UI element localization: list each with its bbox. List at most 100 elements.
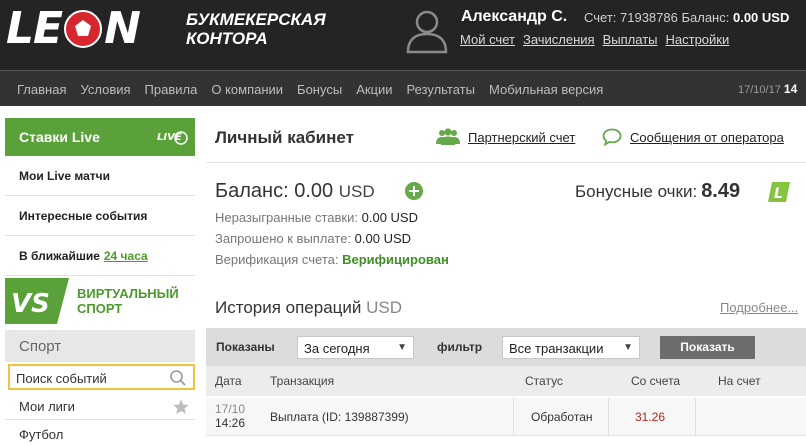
main-content: Личный кабинет Партнерский счет Сообщени…	[206, 118, 806, 445]
balance-label: Баланс:	[215, 180, 289, 202]
sidebar: Ставки Live LIVE Мои Live матчи Интересн…	[5, 118, 195, 445]
header-balance-label: Баланс:	[681, 10, 730, 25]
search-icon[interactable]	[169, 369, 187, 387]
nav-item-home[interactable]: Главная	[17, 82, 66, 97]
stat-value: 0.00 USD	[361, 210, 418, 225]
page: LE N букмекерская контора Александр С. С…	[0, 0, 806, 445]
live-bets-label: Ставки Live	[19, 129, 100, 145]
nav-item-rules[interactable]: Правила	[145, 82, 198, 97]
chevron-down-icon: ▼	[397, 342, 407, 353]
table-row[interactable]: 17/10 14:26 Выплата (ID: 139887399) Обра…	[206, 398, 806, 436]
live-icon-text: LIVE	[157, 132, 182, 143]
transaction-type-value: Все транзакции	[509, 341, 604, 356]
nav-item-promotions[interactable]: Акции	[356, 82, 392, 97]
period-select-value: За сегодня	[304, 341, 370, 356]
account-summary: Счет: 71938786 Баланс: 0.00 USD	[584, 10, 789, 25]
settings-link[interactable]: Настройки	[666, 32, 730, 47]
column-from-account[interactable]: Со счета	[631, 374, 680, 388]
stat-value: 0.00 USD	[354, 231, 412, 246]
history-currency: USD	[366, 298, 403, 317]
account-verification: Верификация счета: Верифицирован	[215, 252, 449, 267]
sidebar-item-my-leagues[interactable]: Мои лиги	[5, 394, 195, 420]
sidebar-item-upcoming[interactable]: В ближайшие 24 часа	[5, 236, 195, 276]
chevron-down-icon: ▼	[623, 342, 633, 353]
user-links: Мой счет Зачисления Выплаты Настройки	[460, 32, 737, 47]
search-input[interactable]	[16, 369, 166, 387]
header: LE N букмекерская контора Александр С. С…	[0, 0, 806, 70]
operator-messages-link[interactable]: Сообщения от оператора	[602, 128, 784, 146]
column-transaction[interactable]: Транзакция	[270, 374, 334, 388]
table-header: Дата Транзакция Статус Со счета На счет	[206, 366, 806, 396]
logo-text-left: LE	[6, 3, 63, 54]
balance-currency: USD	[338, 182, 375, 201]
account-label: Счет:	[584, 10, 617, 25]
requested-payout: Запрошено к выплате: 0.00 USD	[215, 231, 411, 246]
logo[interactable]: LE N	[6, 3, 141, 54]
nav-item-conditions[interactable]: Условия	[80, 82, 130, 97]
sport-heading: Спорт	[5, 330, 195, 362]
tagline-line-1: букмекерская	[186, 10, 326, 29]
show-button[interactable]: Показать	[660, 336, 755, 359]
nav-item-about[interactable]: О компании	[211, 82, 283, 97]
chat-bubble-icon	[602, 128, 622, 146]
column-to-account[interactable]: На счет	[718, 374, 761, 388]
column-divider	[695, 398, 696, 436]
nav-item-results[interactable]: Результаты	[407, 82, 475, 97]
sidebar-item-label: Интересные события	[19, 208, 148, 223]
transaction-type-select[interactable]: Все транзакции ▼	[502, 336, 640, 359]
withdrawals-link[interactable]: Выплаты	[603, 32, 658, 47]
show-label: Показаны	[216, 340, 275, 354]
filter-label: фильтр	[437, 340, 483, 354]
column-divider	[513, 398, 514, 436]
live-icon: LIVE	[157, 131, 188, 145]
row-transaction: Выплата (ID: 139887399)	[270, 410, 409, 424]
main-nav: Главная Условия Правила О компании Бонус…	[0, 70, 806, 106]
sidebar-item-my-live[interactable]: Мои Live матчи	[5, 156, 195, 196]
column-divider	[608, 398, 609, 436]
column-status[interactable]: Статус	[525, 374, 563, 388]
row-date: 17/10 14:26	[215, 402, 245, 430]
tagline: букмекерская контора	[186, 10, 326, 48]
live-bets-button[interactable]: Ставки Live LIVE	[5, 118, 195, 156]
period-select[interactable]: За сегодня ▼	[297, 336, 414, 359]
add-funds-icon[interactable]	[405, 182, 423, 200]
page-title: Личный кабинет	[215, 128, 354, 147]
header-balance-value: 0.00 USD	[732, 10, 790, 25]
logo-text-right: N	[104, 3, 141, 54]
upcoming-24h-link[interactable]: 24 часа	[104, 249, 148, 263]
nav-time: 14	[783, 82, 798, 96]
operator-messages-label: Сообщения от оператора	[630, 129, 784, 145]
verification-status: Верифицирован	[342, 252, 449, 267]
sidebar-item-interesting[interactable]: Интересные события	[5, 196, 195, 236]
balance-display: Баланс: 0.00 USD	[215, 180, 375, 203]
my-account-link[interactable]: Мой счет	[460, 32, 515, 47]
my-leagues-label: Мои лиги	[19, 399, 75, 414]
virtual-sport-banner[interactable]: VS ВИРТУАЛЬНЫЙ СПОРТ	[5, 278, 195, 324]
star-icon[interactable]	[173, 399, 189, 415]
avatar-icon[interactable]	[403, 6, 451, 54]
football-label: Футбол	[19, 426, 64, 442]
nav-item-mobile[interactable]: Мобильная версия	[489, 82, 603, 97]
nav-datetime: 17/10/17 14	[738, 82, 797, 96]
history-filter-bar: Показаны За сегодня ▼ фильтр Все транзак…	[206, 328, 806, 366]
sidebar-item-football[interactable]: Футбол	[5, 422, 195, 445]
nav-item-bonuses[interactable]: Бонусы	[297, 82, 342, 97]
bonus-value: 8.49	[701, 180, 741, 202]
stat-label: Верификация счета:	[215, 252, 339, 267]
row-from-amount: 31.26	[635, 410, 666, 424]
history-title-text: История операций	[215, 298, 362, 317]
stat-label: Запрошено к выплате:	[215, 231, 352, 246]
account-number: 71938786	[620, 10, 678, 25]
virtual-sport-badge: VS	[5, 278, 69, 324]
column-date[interactable]: Дата	[215, 374, 242, 388]
history-title: История операций USD	[215, 298, 402, 318]
stat-label: Неразыгранные ставки:	[215, 210, 358, 225]
soccer-ball-icon	[64, 10, 103, 48]
sidebar-item-label: В ближайшие	[19, 248, 100, 263]
leon-bonus-icon: L	[768, 182, 790, 202]
more-details-link[interactable]: Подробнее...	[720, 300, 798, 315]
partner-account-link[interactable]: Партнерский счет	[436, 128, 575, 146]
deposits-link[interactable]: Зачисления	[523, 32, 595, 47]
divider	[206, 162, 806, 163]
event-search	[8, 364, 195, 390]
